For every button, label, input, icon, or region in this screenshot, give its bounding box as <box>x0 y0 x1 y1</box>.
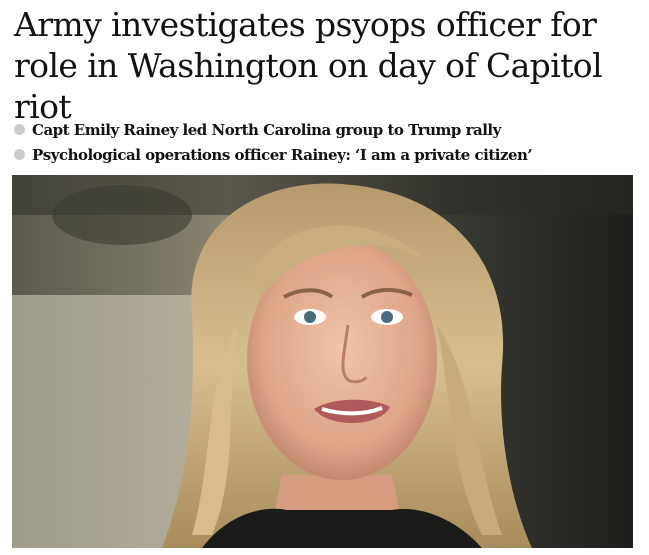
standfirst-list: Capt Emily Rainey led North Carolina gro… <box>14 117 533 167</box>
bullet-dot-icon <box>14 124 25 135</box>
article-headline: Army investigates psyops officer for rol… <box>14 5 603 126</box>
standfirst-text: Psychological operations officer Rainey:… <box>32 145 533 164</box>
lead-photo <box>12 175 633 548</box>
standfirst-item: Capt Emily Rainey led North Carolina gro… <box>14 117 532 142</box>
standfirst-item: Psychological operations officer Rainey:… <box>14 142 533 167</box>
bullet-dot-icon <box>14 149 25 160</box>
standfirst-text: Capt Emily Rainey led North Carolina gro… <box>32 120 501 139</box>
